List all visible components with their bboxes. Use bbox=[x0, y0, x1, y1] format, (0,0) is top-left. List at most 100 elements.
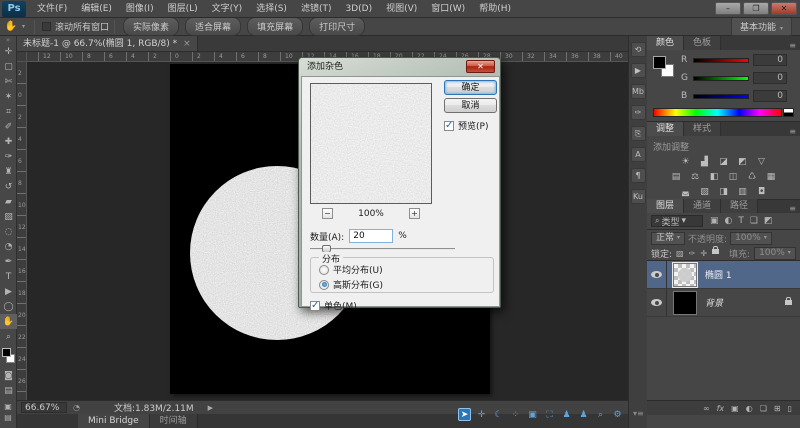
toolbar-grip[interactable]: » bbox=[0, 36, 16, 44]
type-tool[interactable]: T bbox=[0, 269, 17, 284]
layer-row[interactable]: 背景 bbox=[647, 289, 800, 317]
vibrance-icon[interactable]: ▽ bbox=[755, 156, 769, 168]
channel-slider[interactable] bbox=[693, 94, 749, 99]
magic-wand-tool[interactable]: ✶ bbox=[0, 89, 17, 104]
filter-smart-objects-icon[interactable]: ◩ bbox=[764, 216, 773, 226]
person-b-icon[interactable]: ♟ bbox=[577, 408, 590, 421]
layer-name[interactable]: 背景 bbox=[705, 296, 723, 309]
filter-pixel-layers-icon[interactable]: ▣ bbox=[710, 216, 719, 226]
hand-tool[interactable]: ✋ bbox=[0, 314, 17, 329]
panel-foreground-swatch[interactable] bbox=[653, 56, 666, 69]
posterize-icon[interactable]: ▨ bbox=[698, 186, 712, 198]
eraser-tool[interactable]: ▰ bbox=[0, 194, 17, 209]
filter-type-layers-icon[interactable]: T bbox=[738, 216, 744, 226]
brush-tool[interactable]: ✑ bbox=[0, 149, 17, 164]
zoom-in-button[interactable]: + bbox=[409, 208, 420, 219]
hue-saturation-icon[interactable]: ▤ bbox=[669, 171, 683, 183]
eyedropper-tool[interactable]: ✐ bbox=[0, 119, 17, 134]
invert-icon[interactable]: ◛ bbox=[679, 186, 693, 198]
tab-色板[interactable]: 色板 bbox=[684, 36, 721, 50]
options-button[interactable]: 填充屏幕 bbox=[247, 17, 303, 36]
screen-icon[interactable]: ▣ bbox=[526, 408, 539, 421]
path-select-tool[interactable]: ▶ bbox=[0, 284, 17, 299]
visibility-toggle[interactable] bbox=[647, 289, 667, 317]
color-balance-icon[interactable]: ⚖ bbox=[688, 171, 702, 183]
bottom-tab-时间轴[interactable]: 时间轴 bbox=[150, 414, 198, 428]
pen-tool[interactable]: ✒ bbox=[0, 254, 17, 269]
spectrum-bw-swatches[interactable] bbox=[783, 108, 794, 117]
history-brush-tool[interactable]: ↺ bbox=[0, 179, 17, 194]
minimize-button[interactable]: – bbox=[715, 2, 741, 15]
close-button[interactable]: ✕ bbox=[771, 2, 797, 15]
menu-item[interactable]: 图层(L) bbox=[161, 0, 205, 18]
photo-filter-icon[interactable]: ◫ bbox=[726, 171, 740, 183]
nav-panel-menu-icon[interactable]: ▾≡ bbox=[633, 409, 644, 418]
status-popup-arrow-icon[interactable]: ▶ bbox=[208, 404, 213, 412]
lock-paint-icon[interactable]: ✑ bbox=[689, 249, 696, 258]
rotate-view-icon[interactable]: ☾ bbox=[492, 408, 505, 421]
menu-item[interactable]: 帮助(H) bbox=[472, 0, 518, 18]
dialog-close-button[interactable]: ✕ bbox=[466, 60, 495, 73]
zoom-tool[interactable]: ⌕ bbox=[0, 329, 17, 344]
layer-thumbnail[interactable] bbox=[673, 263, 697, 287]
document-size-info[interactable]: 文档:1.83M/2.11M bbox=[114, 401, 194, 414]
restore-button[interactable]: ❐ bbox=[743, 2, 769, 15]
channel-slider[interactable] bbox=[693, 58, 749, 63]
menu-item[interactable]: 编辑(E) bbox=[74, 0, 119, 18]
layer-row[interactable]: 椭圆 1 bbox=[647, 261, 800, 289]
pointer-icon[interactable]: ➤ bbox=[458, 408, 471, 421]
menu-item[interactable]: 文字(Y) bbox=[205, 0, 250, 18]
crop-tool[interactable]: ⌗ bbox=[0, 104, 17, 119]
tab-close-icon[interactable]: × bbox=[183, 36, 191, 52]
lasso-tool[interactable]: ✄ bbox=[0, 74, 17, 89]
bottom-tab-Mini Bridge[interactable]: Mini Bridge bbox=[78, 414, 150, 428]
scroll-all-windows-checkbox[interactable] bbox=[42, 22, 51, 31]
ok-button[interactable]: 确定 bbox=[444, 80, 497, 95]
menu-item[interactable]: 文件(F) bbox=[30, 0, 74, 18]
new-group-icon[interactable]: ❏ bbox=[760, 404, 767, 413]
tab-路径[interactable]: 路径 bbox=[721, 199, 758, 213]
tab-通道[interactable]: 通道 bbox=[684, 199, 721, 213]
color-spectrum-bar[interactable] bbox=[653, 108, 782, 117]
lock-move-icon[interactable]: ✛ bbox=[700, 249, 707, 258]
move-tool[interactable]: ✛ bbox=[0, 44, 17, 59]
preview-checkbox[interactable] bbox=[444, 121, 454, 131]
foreground-color-swatch[interactable] bbox=[2, 348, 11, 357]
character-panel-icon[interactable]: A bbox=[631, 147, 646, 162]
new-layer-icon[interactable]: ⊞ bbox=[774, 404, 781, 413]
workspace-switcher[interactable]: 基本功能▾ bbox=[731, 17, 792, 36]
hand-tool-icon[interactable]: ✋ bbox=[0, 21, 22, 32]
menu-item[interactable]: 视图(V) bbox=[379, 0, 424, 18]
menu-item[interactable]: 3D(D) bbox=[338, 0, 379, 18]
threshold-icon[interactable]: ◨ bbox=[717, 186, 731, 198]
link-layers-icon[interactable]: ∞ bbox=[703, 404, 710, 413]
menu-item[interactable]: 窗口(W) bbox=[424, 0, 472, 18]
delete-layer-icon[interactable]: ▯ bbox=[788, 404, 792, 413]
quick-mask-button[interactable]: ◙ bbox=[0, 368, 17, 383]
panel-color-swatches[interactable] bbox=[653, 56, 677, 80]
color-swatches[interactable] bbox=[0, 346, 17, 368]
uniform-radio[interactable] bbox=[319, 265, 329, 275]
dodge-tool[interactable]: ◔ bbox=[0, 239, 17, 254]
channel-mixer-icon[interactable]: ♺ bbox=[745, 171, 759, 183]
options-button[interactable]: 实际像素 bbox=[123, 17, 179, 36]
kuler-panel-icon[interactable]: Ku bbox=[631, 189, 646, 204]
options-button[interactable]: 适合屏幕 bbox=[185, 17, 241, 36]
panel-menu-icon[interactable]: ≡ bbox=[789, 127, 800, 136]
panel-menu-icon[interactable]: ≡ bbox=[789, 41, 800, 50]
layer-name[interactable]: 椭圆 1 bbox=[705, 268, 732, 281]
new-adjustment-layer-icon[interactable]: ◐ bbox=[746, 404, 753, 413]
add-layer-mask-icon[interactable]: ▣ bbox=[731, 404, 739, 413]
tab-颜色[interactable]: 颜色 bbox=[647, 36, 684, 50]
dots-icon[interactable]: ⁘ bbox=[509, 408, 522, 421]
filter-adjustment-layers-icon[interactable]: ◐ bbox=[725, 216, 733, 226]
options-button[interactable]: 打印尺寸 bbox=[309, 17, 365, 36]
bird-eye-icon[interactable]: ⛶ bbox=[543, 408, 556, 421]
black-white-icon[interactable]: ◧ bbox=[707, 171, 721, 183]
clone-stamp-tool[interactable]: ♜ bbox=[0, 164, 17, 179]
channel-value[interactable]: 0 bbox=[753, 90, 787, 102]
menu-item[interactable]: 选择(S) bbox=[249, 0, 294, 18]
amount-input[interactable]: 20 bbox=[349, 229, 393, 243]
channel-value[interactable]: 0 bbox=[753, 72, 787, 84]
launch-mini-bridge-icon[interactable]: ▣ bbox=[4, 402, 12, 411]
